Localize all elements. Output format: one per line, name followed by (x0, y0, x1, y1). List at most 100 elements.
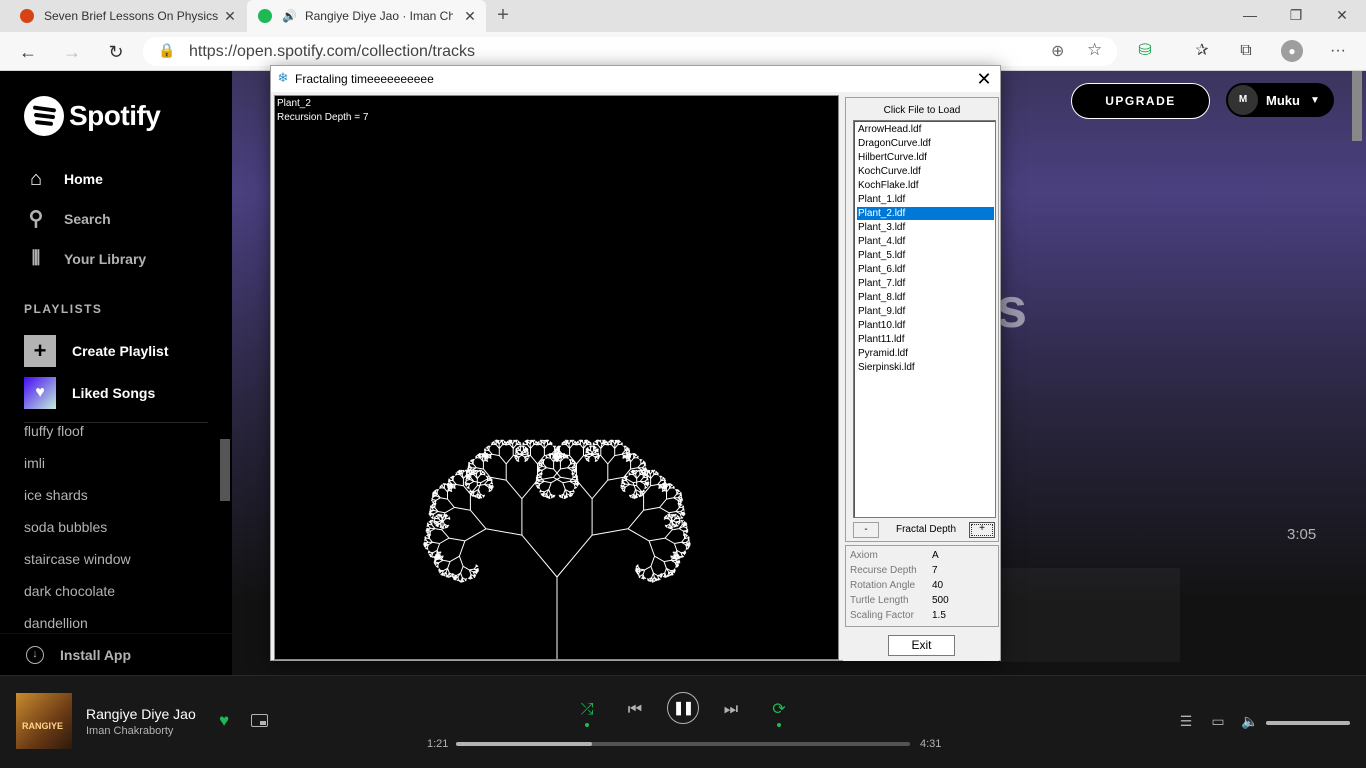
restore-icon[interactable]: ❐ (1273, 2, 1319, 28)
exit-button[interactable]: Exit (888, 635, 955, 656)
next-icon[interactable]: ⏭ (719, 698, 743, 722)
more-icon[interactable]: ··· (1327, 40, 1349, 62)
extension-icon[interactable]: ⛁ (1134, 40, 1156, 62)
add-icon[interactable]: ⊕ (1051, 41, 1064, 61)
nav-home[interactable]: ⌂ Home (24, 167, 103, 191)
close-window-icon[interactable]: ✕ (1319, 2, 1365, 28)
back-icon[interactable]: ← (14, 38, 42, 66)
playlist-item[interactable]: dandellion (24, 615, 88, 631)
avatar: M (1228, 85, 1258, 115)
file-item[interactable]: Plant_3.ldf (857, 221, 994, 234)
forward-icon[interactable]: → (58, 38, 86, 66)
file-item[interactable]: Sierpinski.ldf (857, 361, 994, 374)
file-item[interactable]: Plant_1.ldf (857, 193, 994, 206)
decrease-depth-button[interactable]: - (853, 522, 879, 538)
new-tab-icon[interactable]: + (492, 4, 514, 26)
file-item[interactable]: Plant_5.ldf (857, 249, 994, 262)
file-item[interactable]: HilbertCurve.ldf (857, 151, 994, 164)
elapsed-time: 1:21 (427, 738, 449, 750)
nav-your-library[interactable]: ⫴ Your Library (24, 247, 146, 271)
heart-icon[interactable]: ♥ (219, 711, 229, 731)
picture-in-picture-icon[interactable] (251, 714, 268, 727)
devices-icon[interactable]: ▭ (1208, 712, 1228, 730)
album-cover[interactable]: RANGIYE (16, 693, 72, 749)
fractal-branches (423, 439, 691, 659)
increase-depth-button[interactable]: + (969, 522, 995, 538)
browser-tab-spotify[interactable]: 🔊 Rangiye Diye Jao · Iman Cha ✕ (247, 0, 486, 32)
param-row: Rotation Angle 40 (850, 580, 943, 591)
url-text[interactable]: https://open.spotify.com/collection/trac… (189, 43, 475, 61)
volume-fill (1266, 721, 1350, 725)
track-row[interactable] (1000, 568, 1180, 662)
playlist-item[interactable]: soda bubbles (24, 519, 107, 535)
sidebar-scrollbar[interactable] (220, 439, 230, 501)
install-app-label: Install App (60, 646, 132, 663)
nav-search[interactable]: ⚲ Search (24, 207, 111, 231)
close-icon[interactable]: ✕ (973, 68, 995, 90)
upgrade-button[interactable]: UPGRADE (1071, 83, 1210, 119)
playlist-item[interactable]: imli (24, 455, 45, 471)
control-panel: Click File to Load ArrowHead.ldf DragonCu… (843, 95, 999, 661)
param-value: 7 (932, 565, 938, 576)
playlist-item[interactable]: ice shards (24, 487, 88, 503)
lock-icon[interactable]: 🔒 (158, 42, 175, 59)
shuffle-icon[interactable]: ⤮ (575, 698, 599, 727)
cover-text: RANGIYE (22, 721, 64, 731)
file-item[interactable]: Pyramid.ldf (857, 347, 994, 360)
file-item[interactable]: KochCurve.ldf (857, 165, 994, 178)
file-item[interactable]: Plant_2.ldf (857, 207, 994, 220)
file-item[interactable]: Plant_9.ldf (857, 305, 994, 318)
file-item[interactable]: DragonCurve.ldf (857, 137, 994, 150)
install-app-button[interactable]: ↓ Install App (0, 633, 232, 675)
create-playlist-button[interactable]: + Create Playlist (24, 335, 169, 367)
file-item[interactable]: Plant_4.ldf (857, 235, 994, 248)
queue-icon[interactable]: ☰ (1176, 712, 1196, 730)
snowflake-icon: ❄ (277, 70, 289, 85)
download-icon: ↓ (26, 645, 44, 664)
param-value: 500 (932, 595, 949, 606)
file-item[interactable]: Plant10.ldf (857, 319, 994, 332)
song-title[interactable]: Rangiye Diye Jao (86, 706, 196, 722)
fractal-canvas: Plant_2 Recursion Depth = 7 (274, 95, 839, 660)
tab-close-icon[interactable]: ✕ (222, 8, 238, 24)
main-scrollbar[interactable] (1352, 71, 1362, 141)
favorites-icon[interactable]: ✰ (1191, 40, 1213, 62)
file-item[interactable]: Plant11.ldf (857, 333, 994, 346)
param-row: Axiom A (850, 550, 939, 561)
param-label: Rotation Angle (850, 580, 916, 591)
collections-icon[interactable]: ⧉ (1235, 40, 1257, 62)
param-label: Axiom (850, 550, 878, 561)
liked-songs-button[interactable]: ♥ Liked Songs (24, 377, 155, 409)
repeat-icon[interactable]: ⟳ (767, 698, 791, 727)
file-item[interactable]: ArrowHead.ldf (857, 123, 994, 136)
file-item[interactable]: Plant_6.ldf (857, 263, 994, 276)
profile-icon[interactable]: ● (1281, 40, 1303, 62)
fractal-depth-label: Fractal Depth (895, 524, 957, 535)
minimize-icon[interactable]: — (1227, 2, 1273, 28)
browser-tab-physics[interactable]: Seven Brief Lessons On Physics - ✕ (0, 0, 246, 32)
file-item[interactable]: Plant_7.ldf (857, 277, 994, 290)
volume-icon[interactable]: 🔈 (1240, 712, 1260, 730)
file-item[interactable]: KochFlake.ldf (857, 179, 994, 192)
pause-icon[interactable]: ❚❚ (667, 692, 699, 724)
playlist-item[interactable]: fluffy floof (24, 423, 84, 439)
song-artist[interactable]: Iman Chakraborty (86, 725, 173, 737)
playlist-item[interactable]: staircase window (24, 551, 131, 567)
fractal-window-titlebar[interactable]: ❄ Fractaling timeeeeeeeeee ✕ (271, 66, 1000, 92)
previous-icon[interactable]: ⏮ (623, 698, 647, 722)
progress-bar[interactable] (456, 742, 910, 746)
star-icon[interactable]: ☆ (1087, 40, 1102, 60)
playlist-item[interactable]: dark chocolate (24, 583, 115, 599)
user-menu-button[interactable]: M Muku ▼ (1226, 83, 1334, 117)
param-row: Turtle Length 500 (850, 595, 949, 606)
nav-label: Search (64, 211, 111, 227)
address-bar[interactable]: 🔒 https://open.spotify.com/collection/tr… (143, 37, 1117, 66)
audio-playing-icon[interactable]: 🔊 (282, 9, 297, 23)
volume-slider[interactable] (1266, 721, 1350, 725)
tab-close-icon[interactable]: ✕ (462, 8, 478, 24)
file-list[interactable]: ArrowHead.ldf DragonCurve.ldf HilbertCurve… (853, 120, 996, 518)
file-item[interactable]: Plant_8.ldf (857, 291, 994, 304)
refresh-icon[interactable]: ↻ (102, 38, 130, 66)
spotify-logo[interactable]: Spotify (24, 96, 161, 136)
param-value: 40 (932, 580, 944, 591)
